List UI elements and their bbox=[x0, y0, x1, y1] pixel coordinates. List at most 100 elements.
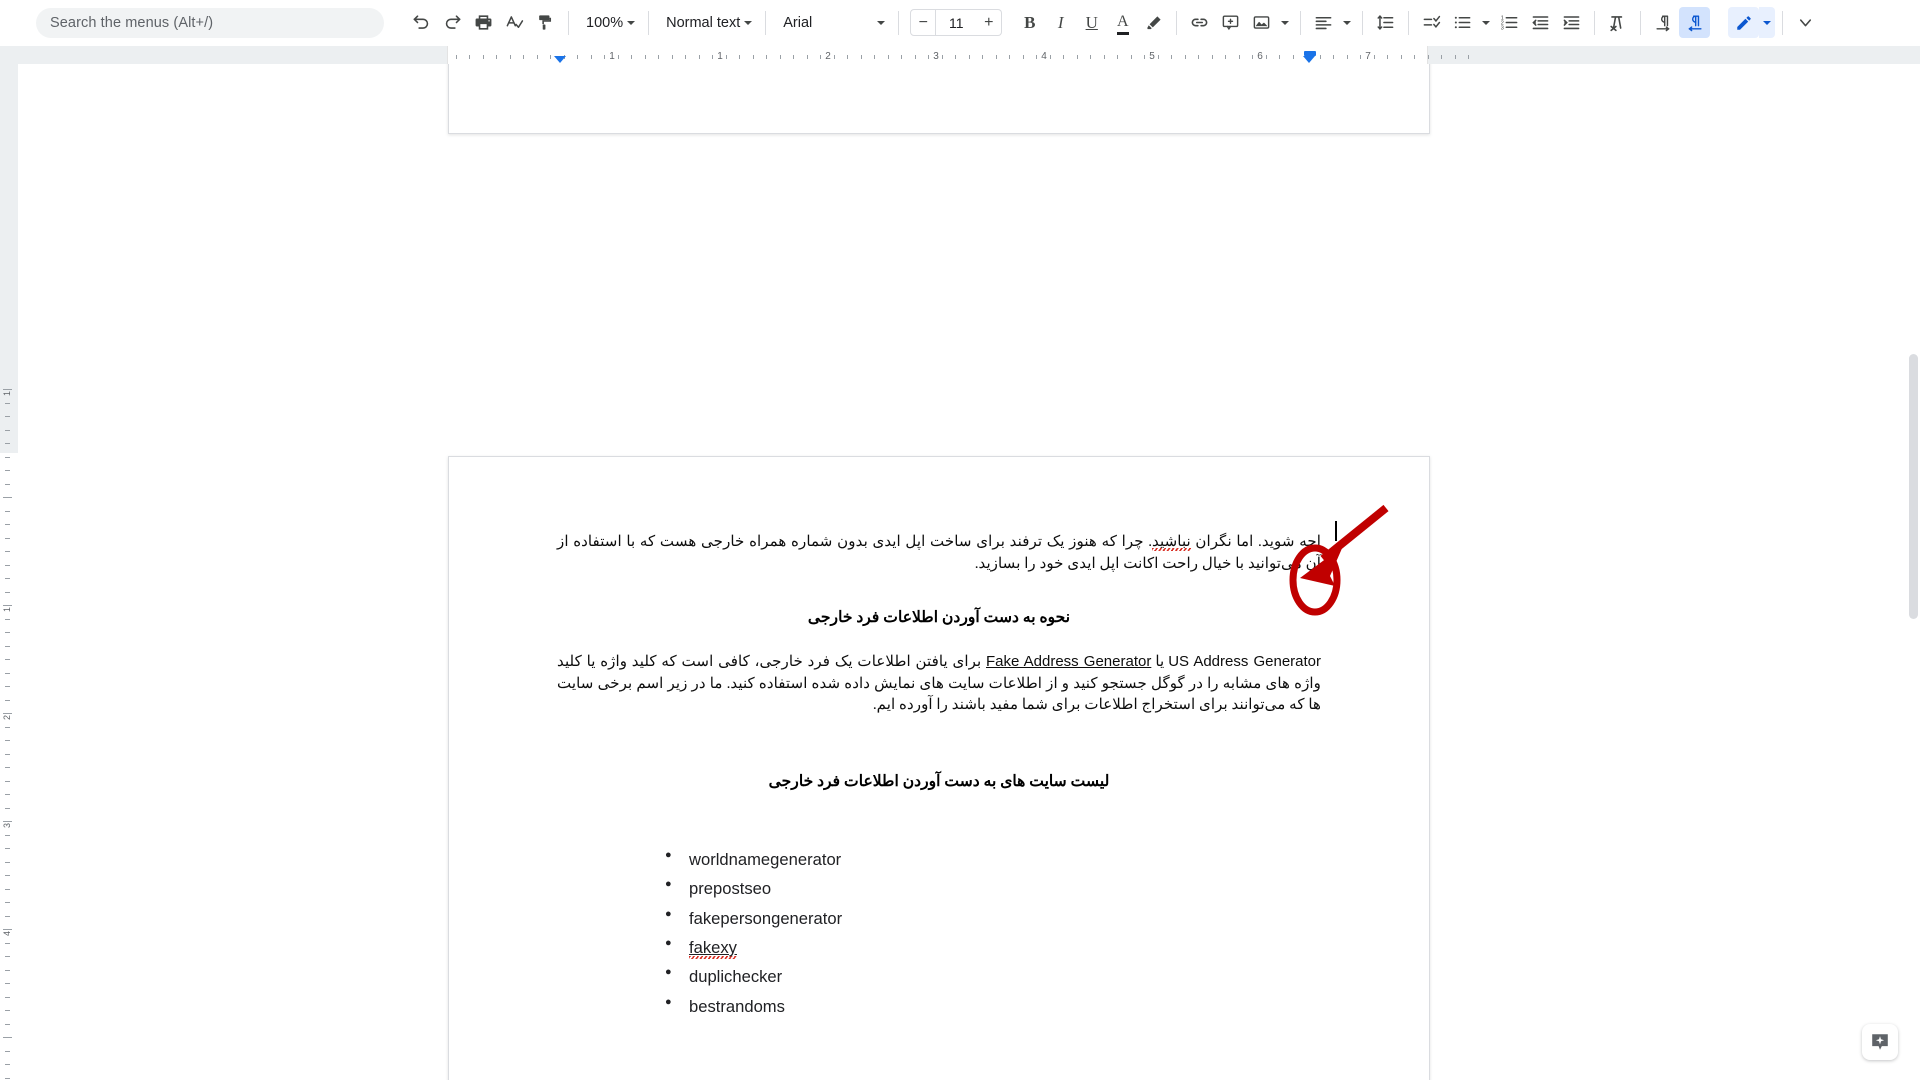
toolbar-divider bbox=[1640, 10, 1642, 35]
ruler-tick bbox=[982, 55, 983, 59]
chevron-down-icon bbox=[623, 7, 639, 38]
vruler-tick bbox=[5, 457, 10, 458]
list-item[interactable]: fakexy bbox=[665, 936, 1321, 960]
font-family-dropdown[interactable]: Arial bbox=[773, 7, 891, 38]
checklist-button[interactable] bbox=[1416, 7, 1447, 38]
add-comment-button[interactable] bbox=[1215, 7, 1246, 38]
search-input[interactable]: Search the menus (Alt+/) bbox=[36, 7, 384, 38]
explore-button[interactable] bbox=[1862, 1024, 1898, 1060]
toolbar-divider bbox=[648, 10, 650, 35]
right-to-left-button[interactable] bbox=[1679, 7, 1711, 38]
ruler-indent-marker-left[interactable] bbox=[554, 56, 566, 63]
vruler-number: 1 bbox=[2, 390, 12, 396]
document-heading-1[interactable]: نحوه به دست آوردن اطلاعات فرد خارجی bbox=[557, 608, 1321, 627]
toolbar-divider bbox=[1408, 10, 1410, 35]
ruler-tick bbox=[1333, 55, 1334, 59]
list-item[interactable]: prepostseo bbox=[665, 877, 1321, 901]
align-button[interactable] bbox=[1308, 7, 1339, 38]
ruler-tick bbox=[631, 55, 632, 59]
italic-button[interactable]: I bbox=[1045, 7, 1076, 38]
ruler-tick bbox=[456, 55, 457, 59]
numbered-list-button[interactable]: 123 bbox=[1494, 7, 1525, 38]
vruler-number: 4 bbox=[2, 930, 12, 936]
bulleted-list-button[interactable] bbox=[1447, 7, 1478, 38]
line-spacing-button[interactable] bbox=[1370, 7, 1401, 38]
ruler-number: 6 bbox=[1257, 51, 1263, 62]
insert-link-button[interactable] bbox=[1184, 7, 1215, 38]
vruler-tick bbox=[5, 416, 10, 417]
ruler-number: 7 bbox=[1365, 51, 1371, 62]
increase-indent-button[interactable] bbox=[1556, 7, 1587, 38]
vertical-scrollbar-track[interactable] bbox=[1906, 64, 1920, 1080]
toolbar-divider bbox=[765, 10, 767, 35]
site-list[interactable]: worldnamegenerator prepostseo fakeperson… bbox=[665, 848, 1321, 1019]
vruler-tick bbox=[5, 565, 10, 566]
undo-button[interactable] bbox=[406, 7, 437, 38]
vruler-tick bbox=[5, 470, 10, 471]
document-paragraph-2[interactable]: US Address GeneratorیاFake Address Gener… bbox=[557, 651, 1321, 716]
ruler-tick bbox=[1117, 55, 1118, 59]
latin-term-us-address-generator: US Address Generator bbox=[1168, 653, 1322, 671]
ruler-tick bbox=[1090, 55, 1091, 59]
ruler-tick bbox=[658, 55, 659, 59]
document-heading-2[interactable]: لیست سایت های به دست آوردن اطلاعات فرد خ… bbox=[557, 772, 1321, 791]
font-size-input[interactable]: 11 bbox=[936, 9, 977, 36]
vruler-tick bbox=[5, 443, 10, 444]
align-chevron-down-icon[interactable] bbox=[1339, 7, 1355, 38]
vruler-tick bbox=[5, 902, 10, 903]
vruler-tick bbox=[5, 646, 10, 647]
vruler-tick bbox=[5, 835, 10, 836]
font-size-increase-button[interactable]: + bbox=[976, 9, 1003, 36]
paragraph-2-part-a: برای یافتن اطلاعات یک فرد خارجی، کافی اس… bbox=[600, 653, 982, 671]
insert-image-chevron-down-icon[interactable] bbox=[1277, 7, 1293, 38]
decrease-indent-button[interactable] bbox=[1525, 7, 1556, 38]
bulleted-list-chevron-down-icon[interactable] bbox=[1478, 7, 1494, 38]
left-to-right-button[interactable] bbox=[1648, 7, 1679, 38]
collapse-menus-button[interactable] bbox=[1790, 7, 1821, 38]
highlight-color-button[interactable] bbox=[1138, 7, 1169, 38]
text-color-button[interactable]: A bbox=[1107, 7, 1138, 38]
vruler-tick bbox=[3, 929, 12, 930]
vruler-tick bbox=[5, 592, 10, 593]
ruler-number: 5 bbox=[1149, 51, 1155, 62]
paint-format-button[interactable] bbox=[530, 7, 561, 38]
list-item-label: duplichecker bbox=[689, 967, 783, 987]
paragraph-style-dropdown[interactable]: Normal text bbox=[656, 7, 758, 38]
list-item[interactable]: worldnamegenerator bbox=[665, 848, 1321, 872]
font-size-stepper[interactable]: − 11 + bbox=[910, 9, 1003, 36]
ruler-tick bbox=[577, 55, 578, 59]
editing-mode-button[interactable] bbox=[1728, 7, 1760, 38]
vertical-scrollbar-thumb[interactable] bbox=[1909, 354, 1918, 619]
document-page-2[interactable]: اجه شوید. اما نگران نباشید. چرا که هنوز … bbox=[448, 456, 1430, 1080]
bold-button[interactable]: B bbox=[1014, 7, 1045, 38]
vruler-tick bbox=[3, 605, 12, 606]
ruler-tick bbox=[1239, 55, 1240, 59]
ruler-tick bbox=[915, 55, 916, 59]
horizontal-ruler[interactable]: 7 6 5 4 3 2 1 1 bbox=[0, 46, 1920, 64]
zoom-dropdown[interactable]: 100% bbox=[576, 7, 641, 38]
list-item[interactable]: bestrandoms bbox=[665, 995, 1321, 1019]
list-item[interactable]: fakepersongenerator bbox=[665, 907, 1321, 931]
vertical-ruler[interactable]: 1 1 2 3 4 bbox=[0, 64, 18, 1080]
ruler-indent-marker-right[interactable] bbox=[1303, 56, 1315, 63]
ruler-first-line-indent-marker[interactable] bbox=[1304, 51, 1316, 56]
document-page-1[interactable] bbox=[448, 64, 1430, 134]
spell-check-button[interactable] bbox=[499, 7, 530, 38]
svg-text:3: 3 bbox=[1501, 25, 1504, 31]
vruler-tick bbox=[5, 484, 10, 485]
list-item[interactable]: duplichecker bbox=[665, 965, 1321, 989]
ruler-number: 3 bbox=[933, 51, 939, 62]
print-button[interactable] bbox=[468, 7, 499, 38]
editing-mode-chevron-down-icon[interactable] bbox=[1759, 7, 1776, 38]
document-paragraph-1[interactable]: اجه شوید. اما نگران نباشید. چرا که هنوز … bbox=[557, 531, 1321, 574]
underline-button[interactable]: U bbox=[1076, 7, 1107, 38]
ruler-tick bbox=[672, 55, 673, 59]
document-canvas[interactable]: اجه شوید. اما نگران نباشید. چرا که هنوز … bbox=[18, 64, 1902, 1080]
font-size-decrease-button[interactable]: − bbox=[910, 9, 937, 36]
ruler-tick bbox=[645, 55, 646, 59]
insert-image-button[interactable] bbox=[1246, 7, 1277, 38]
ruler-tick bbox=[1077, 55, 1078, 59]
redo-button[interactable] bbox=[437, 7, 468, 38]
clear-formatting-button[interactable] bbox=[1602, 7, 1633, 38]
ruler-tick bbox=[739, 55, 740, 59]
